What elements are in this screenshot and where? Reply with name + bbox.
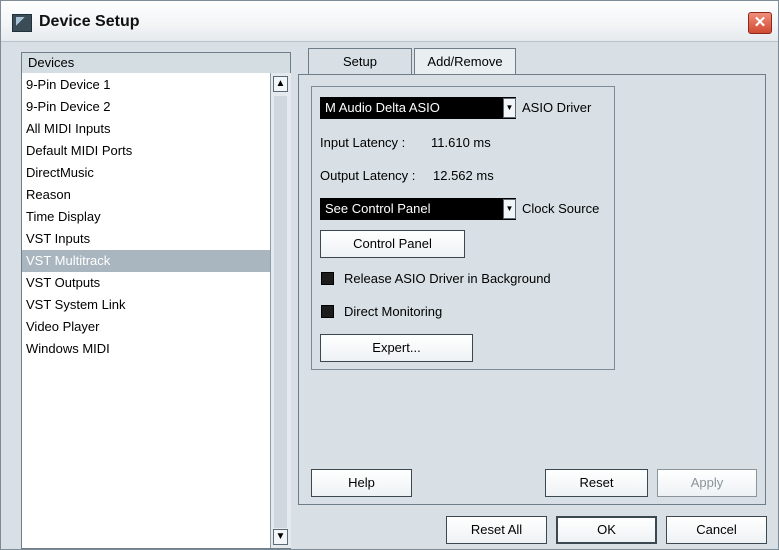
asio-driver-label: ASIO Driver	[522, 100, 592, 115]
device-item-label: VST Multitrack	[26, 253, 111, 268]
device-item[interactable]: Windows MIDI	[22, 338, 270, 360]
scrollbar-track[interactable]	[274, 96, 287, 528]
devices-header: Devices	[22, 53, 290, 74]
reset-button[interactable]: Reset	[545, 469, 648, 497]
device-item-label: VST System Link	[26, 297, 126, 312]
device-item[interactable]: 9-Pin Device 2	[22, 96, 270, 118]
chevron-up-icon[interactable]: ▲	[273, 76, 288, 92]
asio-driver-value: M Audio Delta ASIO	[325, 100, 440, 115]
output-latency-value: 12.562 ms	[433, 168, 494, 183]
device-item[interactable]: VST System Link	[22, 294, 270, 316]
clock-source-label: Clock Source	[522, 201, 600, 216]
tab-add-remove[interactable]: Add/Remove	[414, 48, 516, 75]
device-item-selected[interactable]: VST Multitrack	[22, 250, 270, 272]
close-icon[interactable]: ✕	[748, 12, 772, 34]
direct-monitoring-label: Direct Monitoring	[344, 304, 443, 319]
device-item-label: All MIDI Inputs	[26, 121, 111, 136]
setup-group	[311, 86, 615, 370]
window-title: Device Setup	[39, 13, 140, 30]
output-latency-label: Output Latency :	[320, 168, 416, 183]
device-item-label: Windows MIDI	[26, 341, 110, 356]
device-item-label: VST Inputs	[26, 231, 91, 246]
device-setup-icon	[12, 14, 32, 32]
cancel-button[interactable]: Cancel	[666, 516, 767, 544]
device-setup-window: Device Setup ✕ Devices 9-Pin Device 1 9-…	[0, 0, 779, 550]
devices-panel: Devices 9-Pin Device 1 9-Pin Device 2 Al…	[21, 52, 291, 549]
device-item-label: Time Display	[26, 209, 101, 224]
device-item-label: 9-Pin Device 2	[26, 99, 111, 114]
device-item[interactable]: Default MIDI Ports	[22, 140, 270, 162]
apply-button[interactable]: Apply	[657, 469, 757, 497]
expert-button[interactable]: Expert...	[320, 334, 473, 362]
device-item[interactable]: All MIDI Inputs	[22, 118, 270, 140]
help-button[interactable]: Help	[311, 469, 412, 497]
device-item-label: VST Outputs	[26, 275, 101, 290]
devices-header-label: Devices	[28, 55, 75, 70]
clock-source-select[interactable]: See Control Panel	[320, 198, 516, 220]
device-item[interactable]: VST Outputs	[22, 272, 270, 294]
device-item-label: 9-Pin Device 1	[26, 77, 111, 92]
ok-button[interactable]: OK	[556, 516, 657, 544]
direct-monitoring-checkbox[interactable]	[321, 305, 334, 318]
device-item[interactable]: VST Inputs	[22, 228, 270, 250]
device-item[interactable]: Time Display	[22, 206, 270, 228]
devices-list: 9-Pin Device 1 9-Pin Device 2 All MIDI I…	[22, 73, 270, 548]
device-item[interactable]: 9-Pin Device 1	[22, 74, 270, 96]
device-item-label: Video Player	[26, 319, 100, 334]
input-latency-value: 11.610 ms	[431, 135, 491, 150]
device-item[interactable]: Video Player	[22, 316, 270, 338]
device-item-label: DirectMusic	[26, 165, 94, 180]
release-asio-label: Release ASIO Driver in Background	[344, 271, 551, 286]
title-bar[interactable]: Device Setup ✕	[1, 1, 778, 42]
asio-driver-select[interactable]: M Audio Delta ASIO	[320, 97, 516, 119]
device-item-label: Reason	[26, 187, 71, 202]
tab-setup[interactable]: Setup	[308, 48, 412, 75]
device-item-label: Default MIDI Ports	[26, 143, 133, 158]
control-panel-button[interactable]: Control Panel	[320, 230, 465, 258]
reset-all-button[interactable]: Reset All	[446, 516, 547, 544]
devices-scrollbar[interactable]: ▲ ▼	[270, 73, 291, 548]
device-item[interactable]: Reason	[22, 184, 270, 206]
clock-source-value: See Control Panel	[325, 201, 431, 216]
release-asio-checkbox[interactable]	[321, 272, 334, 285]
chevron-down-icon[interactable]: ▼	[503, 98, 516, 118]
device-item[interactable]: DirectMusic	[22, 162, 270, 184]
input-latency-label: Input Latency :	[320, 135, 406, 150]
chevron-down-icon[interactable]: ▼	[273, 529, 288, 545]
chevron-down-icon[interactable]: ▼	[503, 199, 516, 219]
